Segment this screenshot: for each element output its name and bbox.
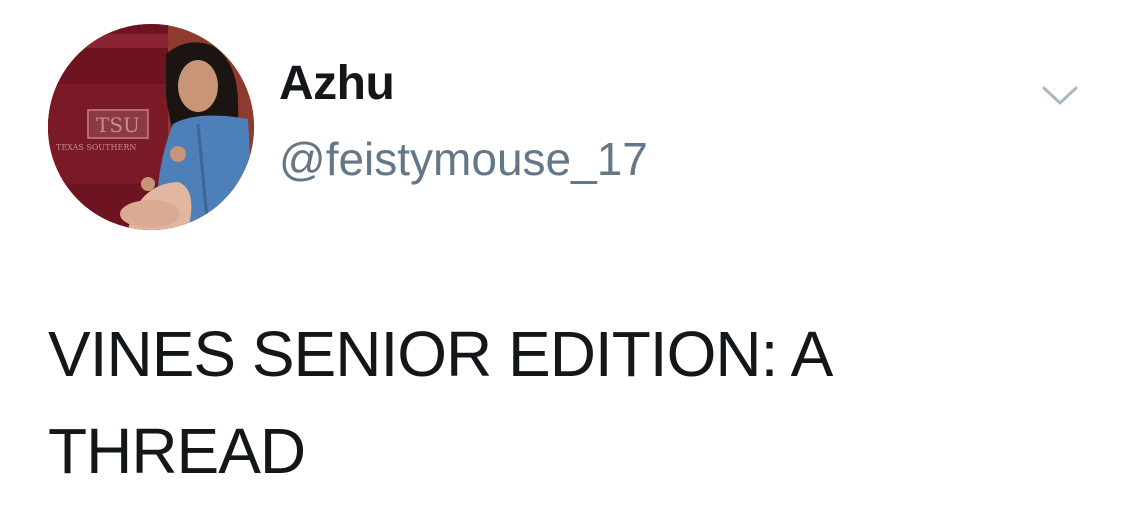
avatar[interactable]: TSU TEXAS SOUTHERN (48, 24, 254, 230)
chevron-down-icon[interactable] (1040, 82, 1080, 108)
tweet-card: TSU TEXAS SOUTHERN Azhu @feistymouse_17 … (0, 0, 1125, 532)
profile-photo-icon: TSU TEXAS SOUTHERN (48, 24, 254, 230)
display-name[interactable]: Azhu (279, 60, 395, 108)
svg-text:TEXAS SOUTHERN: TEXAS SOUTHERN (56, 143, 136, 152)
user-handle[interactable]: @feistymouse_17 (279, 136, 648, 182)
tweet-text: VINES SENIOR EDITION: A THREAD (48, 318, 830, 487)
svg-text:TSU: TSU (96, 113, 140, 137)
